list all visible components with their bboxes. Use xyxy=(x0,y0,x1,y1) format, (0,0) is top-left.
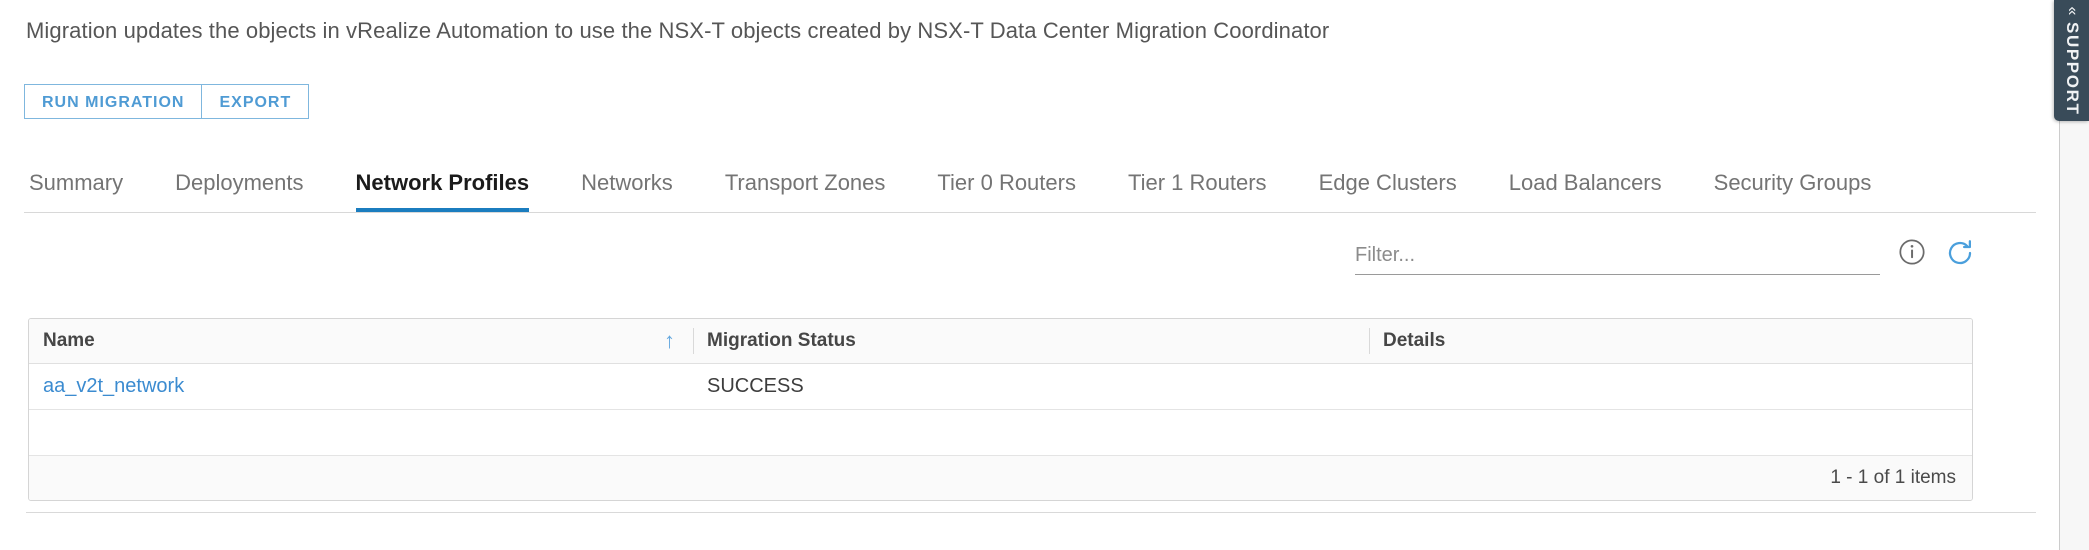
table-body: aa_v2t_network SUCCESS xyxy=(29,363,1972,456)
column-header-name-label: Name xyxy=(43,329,95,351)
tab-label: Networks xyxy=(581,170,673,195)
table-header-row: Name ↑ Migration Status Details xyxy=(29,319,1972,364)
table-row xyxy=(29,409,1972,456)
tab-bar: Summary Deployments Network Profiles Networ… xyxy=(24,165,2036,213)
info-circle-icon[interactable] xyxy=(1898,238,1926,266)
tab-label: Tier 1 Routers xyxy=(1127,170,1267,195)
tab-load-balancers[interactable]: Load Balancers xyxy=(1483,165,1688,212)
cell-name xyxy=(29,409,693,456)
migration-datagrid: Name ↑ Migration Status Details aa_v2t_n… xyxy=(28,318,1973,501)
sort-ascending-icon[interactable]: ↑ xyxy=(664,329,675,352)
column-header-details[interactable]: Details xyxy=(1369,319,1972,364)
column-header-migration-status-label: Migration Status xyxy=(707,329,856,351)
tab-tier-1-routers[interactable]: Tier 1 Routers xyxy=(1102,165,1293,212)
action-button-group: RUN MIGRATION EXPORT xyxy=(24,84,310,119)
table-row: aa_v2t_network SUCCESS xyxy=(29,363,1972,410)
tab-label: Tier 0 Routers xyxy=(937,170,1076,195)
refresh-icon[interactable] xyxy=(1945,238,1975,268)
tab-label: Security Groups xyxy=(1713,170,1872,195)
column-header-migration-status[interactable]: Migration Status xyxy=(693,319,1369,364)
run-migration-button[interactable]: RUN MIGRATION xyxy=(24,84,203,119)
tab-label: Network Profiles xyxy=(355,170,530,195)
tab-label: Edge Clusters xyxy=(1318,170,1457,195)
tab-deployments[interactable]: Deployments xyxy=(149,165,329,212)
cell-details xyxy=(1369,363,1972,410)
cell-details xyxy=(1369,409,1972,456)
tab-networks[interactable]: Networks xyxy=(555,165,699,212)
collapse-chevron-icon: « xyxy=(2063,6,2081,17)
column-header-details-label: Details xyxy=(1383,329,1446,351)
tab-summary[interactable]: Summary xyxy=(24,165,149,212)
cell-name: aa_v2t_network xyxy=(29,363,693,410)
tab-security-groups[interactable]: Security Groups xyxy=(1688,165,1898,212)
tab-label: Load Balancers xyxy=(1508,170,1662,195)
pagination-summary: 1 - 1 of 1 items xyxy=(1830,466,1956,488)
grid-toolbar xyxy=(0,238,1975,278)
page-description: Migration updates the objects in vRealiz… xyxy=(26,18,1330,43)
migration-table: Name ↑ Migration Status Details aa_v2t_n… xyxy=(29,319,1972,456)
table-header: Name ↑ Migration Status Details xyxy=(29,319,1972,364)
column-header-name[interactable]: Name ↑ xyxy=(29,319,693,364)
grid-footer: 1 - 1 of 1 items xyxy=(29,455,1972,500)
tab-transport-zones[interactable]: Transport Zones xyxy=(699,165,912,212)
tab-label: Transport Zones xyxy=(724,170,886,195)
tab-label: Summary xyxy=(29,170,124,195)
tab-tier-0-routers[interactable]: Tier 0 Routers xyxy=(911,165,1102,212)
bottom-divider xyxy=(26,512,2036,513)
filter-input[interactable] xyxy=(1355,240,1880,275)
network-profile-link[interactable]: aa_v2t_network xyxy=(43,375,184,397)
support-tab[interactable]: « SUPPORT xyxy=(2054,0,2089,121)
support-tab-label: « SUPPORT xyxy=(2062,6,2082,115)
support-text: SUPPORT xyxy=(2062,21,2082,115)
tab-edge-clusters[interactable]: Edge Clusters xyxy=(1293,165,1483,212)
cell-migration-status xyxy=(693,409,1369,456)
main-content-panel: Migration updates the objects in vRealiz… xyxy=(0,0,2060,550)
tab-label: Deployments xyxy=(175,170,304,195)
cell-migration-status: SUCCESS xyxy=(693,363,1369,410)
export-button[interactable]: EXPORT xyxy=(202,84,310,119)
tab-network-profiles[interactable]: Network Profiles xyxy=(330,165,556,212)
